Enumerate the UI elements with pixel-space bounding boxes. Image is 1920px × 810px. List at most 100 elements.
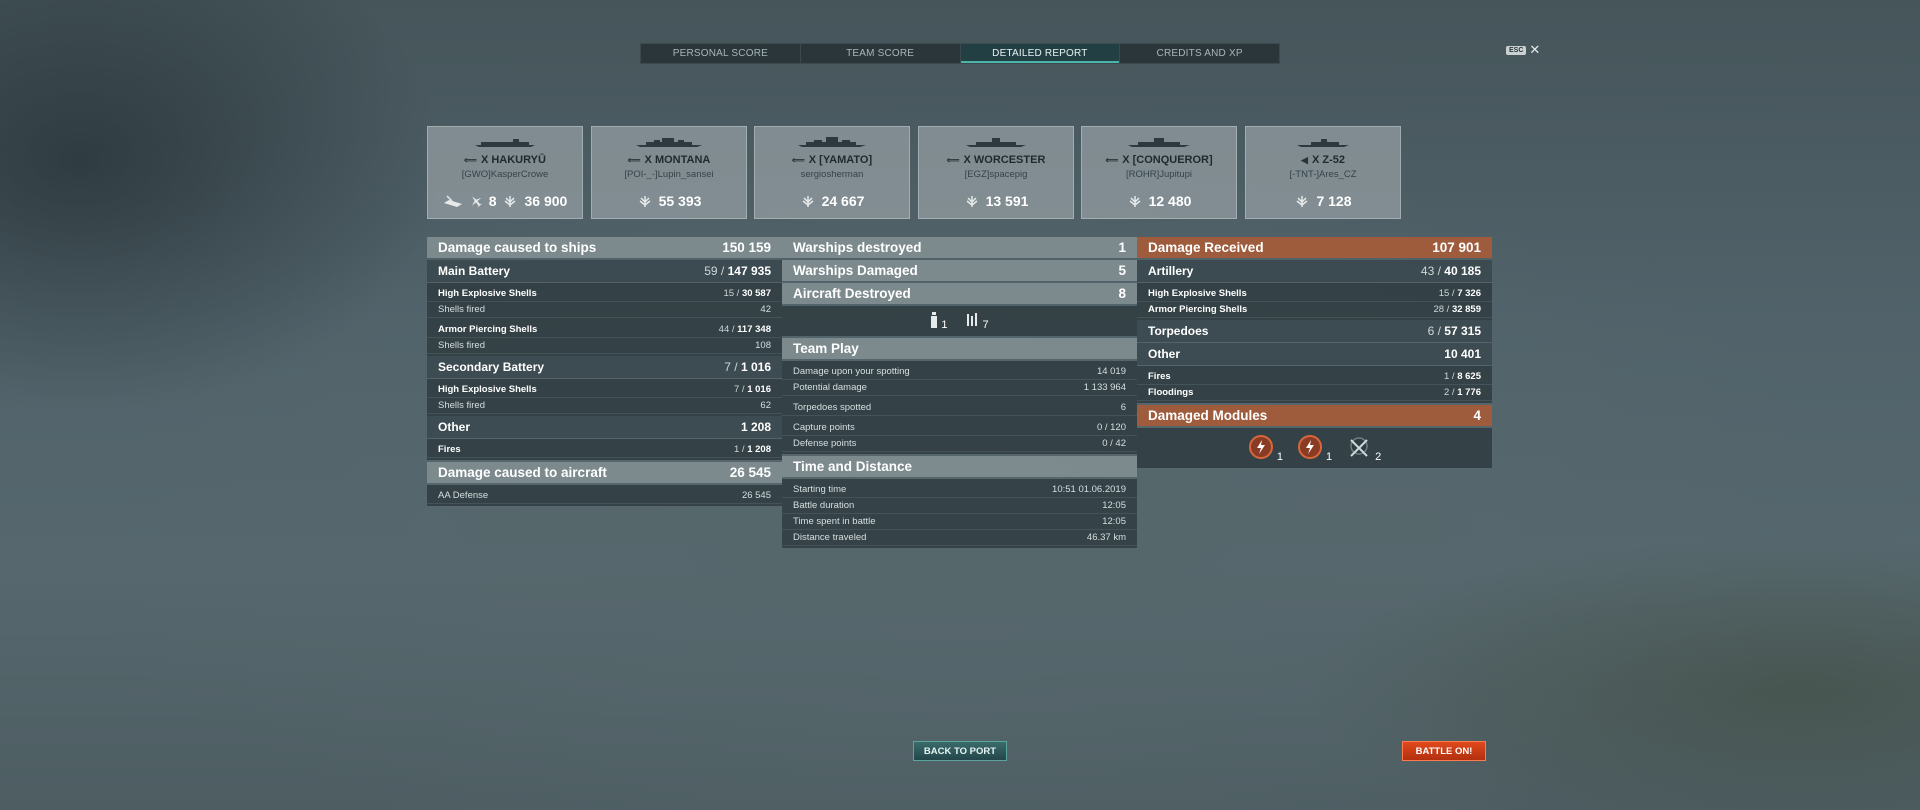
ship-name: ◀ X Z-52 — [1301, 154, 1345, 166]
aa-defense-row: AA Defense 26 545 — [427, 488, 782, 504]
warships-destroyed-header: Warships destroyed 1 — [782, 237, 1137, 258]
other-received-row: Other 10 401 — [1137, 343, 1492, 366]
ship-name: ⟸ X [YAMATO] — [791, 154, 873, 166]
nation-flag-icon: ⟸ — [627, 155, 641, 165]
combat-summary-panel: Warships destroyed 1 Warships Damaged 5 Ai… — [782, 237, 1137, 548]
score: 13 591 — [985, 193, 1029, 209]
floodings-row: Floodings 2 / 1 776 — [1137, 385, 1492, 401]
mb-ap-fired-row: Shells fired 108 — [427, 338, 782, 354]
ship-kill-icon — [930, 311, 938, 331]
tab-personal-score[interactable]: PERSONAL SCORE — [641, 44, 801, 63]
time-distance-header: Time and Distance — [782, 456, 1137, 477]
warships-damaged-header: Warships Damaged 5 — [782, 260, 1137, 281]
score: 12 480 — [1148, 193, 1192, 209]
battle-button[interactable]: BATTLE ON! — [1402, 741, 1486, 761]
sec-fired-row: Shells fired 62 — [427, 398, 782, 414]
artillery-row: Artillery 43 / 40 185 — [1137, 260, 1492, 283]
fires-row: Fires 1 / 1 208 — [427, 442, 782, 458]
damaged-modules-header: Damaged Modules 4 — [1137, 405, 1492, 426]
player-name: [EGZ]spacepig — [964, 169, 1028, 180]
module-count: 1 — [1325, 450, 1333, 463]
potential-damage-row: Potential damage 1 133 964 — [782, 380, 1137, 396]
nation-flag-icon: ⟸ — [791, 155, 805, 165]
ship-name: ⟸ X [CONQUEROR] — [1105, 154, 1213, 166]
capture-points-row: Capture points 0 / 120 — [782, 420, 1137, 436]
score: 36 900 — [524, 193, 568, 209]
player-name: sergiosherman — [800, 169, 864, 180]
ship-card[interactable]: ◀ X Z-52 [-TNT-]Ares_CZ 7 128 — [1245, 126, 1401, 219]
ship-card[interactable]: ⟸ X MONTANA [POI-_-]Lupin_sansei 55 393 — [591, 126, 747, 219]
nation-flag-icon: ⟸ — [464, 155, 477, 165]
mb-he-row: High Explosive Shells 15 / 30 587 — [427, 286, 782, 302]
starting-time-row: Starting time 10:51 01.06.2019 — [782, 482, 1137, 498]
player-name: [POI-_-]Lupin_sansei — [624, 169, 714, 180]
player-name: [GWO]KasperCrowe — [461, 169, 549, 180]
close-button[interactable]: ESC ✕ — [1506, 43, 1540, 56]
kills-icon-bar: 1 7 — [782, 306, 1137, 336]
torpedoes-spotted-row: Torpedoes spotted 6 — [782, 400, 1137, 416]
damage-received-panel: Damage Received 107 901 Artillery 43 / 40 … — [1137, 237, 1492, 468]
report-tabs: PERSONAL SCORE TEAM SCORE DETAILED REPOR… — [640, 43, 1280, 64]
mb-ap-row: Armor Piercing Shells 44 / 117 348 — [427, 322, 782, 338]
planes-destroyed-count: 8 — [488, 193, 497, 209]
player-name: [ROHR]Jupitupi — [1126, 169, 1192, 180]
laurel-icon — [502, 194, 518, 208]
fires-received-row: Fires 1 / 8 625 — [1137, 369, 1492, 385]
damage-dealt-panel: Damage caused to ships 150 159 Main Batte… — [427, 237, 782, 506]
battleship-silhouette-icon — [1082, 137, 1236, 147]
laurel-icon — [1127, 194, 1143, 208]
ship-card[interactable]: ⟸ X WORCESTER [EGZ]spacepig 13 591 — [918, 126, 1074, 219]
destroyer-silhouette-icon — [1246, 137, 1400, 147]
ship-kill-count: 1 — [941, 318, 948, 331]
tab-detailed-report[interactable]: DETAILED REPORT — [960, 44, 1121, 63]
other-damage-row: Other 1 208 — [427, 416, 782, 439]
art-he-row: High Explosive Shells 15 / 7 326 — [1137, 286, 1492, 302]
spotting-damage-row: Damage upon your spotting 14 019 — [782, 364, 1137, 380]
aircraft-destroyed-header: Aircraft Destroyed 8 — [782, 283, 1137, 304]
secondary-battery-row: Secondary Battery 7 / 1 016 — [427, 356, 782, 379]
plane-kill-count: 7 — [982, 318, 989, 331]
time-in-battle-row: Time spent in battle 12:05 — [782, 514, 1137, 530]
torpedoes-received-row: Torpedoes 6 / 57 315 — [1137, 320, 1492, 343]
score: 55 393 — [658, 193, 702, 209]
battleship-silhouette-icon — [755, 137, 909, 147]
nation-flag-icon: ⟸ — [1105, 155, 1119, 165]
mb-he-fired-row: Shells fired 42 — [427, 302, 782, 318]
nation-flag-icon: ⟸ — [946, 155, 960, 165]
laurel-icon — [637, 194, 653, 208]
damaged-modules-bar: 1 1 2 — [1137, 428, 1492, 468]
player-name: [-TNT-]Ares_CZ — [1289, 169, 1357, 180]
art-ap-row: Armor Piercing Shells 28 / 32 859 — [1137, 302, 1492, 318]
module-count: 1 — [1276, 450, 1283, 463]
gun-module-icon — [1346, 434, 1372, 463]
tab-team-score[interactable]: TEAM SCORE — [801, 44, 961, 63]
damage-ships-header: Damage caused to ships 150 159 — [427, 237, 782, 258]
ship-destroyed-icon — [443, 194, 463, 208]
distance-traveled-row: Distance traveled 46.37 km — [782, 530, 1137, 546]
damage-received-header: Damage Received 107 901 — [1137, 237, 1492, 258]
damage-aircraft-header: Damage caused to aircraft 26 545 — [427, 462, 782, 483]
score: 7 128 — [1316, 193, 1352, 209]
ship-card[interactable]: ⟸ X [CONQUEROR] [ROHR]Jupitupi 12 480 — [1081, 126, 1237, 219]
ship-name: ⟸ X HAKURYŪ — [464, 154, 546, 166]
sec-he-row: High Explosive Shells 7 / 1 016 — [427, 382, 782, 398]
laurel-icon — [1294, 194, 1310, 208]
score: 24 667 — [821, 193, 865, 209]
carrier-silhouette-icon — [428, 137, 582, 147]
defense-points-row: Defense points 0 / 42 — [782, 436, 1137, 452]
engine-module-icon — [1248, 434, 1274, 463]
team-play-header: Team Play — [782, 338, 1137, 359]
steering-module-icon — [1297, 434, 1323, 463]
ship-card[interactable]: ⟸ X HAKURYŪ [GWO]KasperCrowe 8 36 900 — [427, 126, 583, 219]
ship-card[interactable]: ⟸ X [YAMATO] sergiosherman 24 667 — [754, 126, 910, 219]
nation-flag-icon: ◀ — [1301, 155, 1308, 165]
plane-kill-icon — [966, 312, 980, 331]
battle-duration-row: Battle duration 12:05 — [782, 498, 1137, 514]
laurel-icon — [800, 194, 816, 208]
back-to-port-button[interactable]: BACK TO PORT — [913, 741, 1007, 761]
esc-key-badge: ESC — [1506, 45, 1527, 55]
battleship-silhouette-icon — [592, 137, 746, 147]
ship-name: ⟸ X WORCESTER — [946, 154, 1046, 166]
cruiser-silhouette-icon — [919, 137, 1073, 147]
tab-credits-and-xp[interactable]: CREDITS AND XP — [1120, 44, 1279, 63]
